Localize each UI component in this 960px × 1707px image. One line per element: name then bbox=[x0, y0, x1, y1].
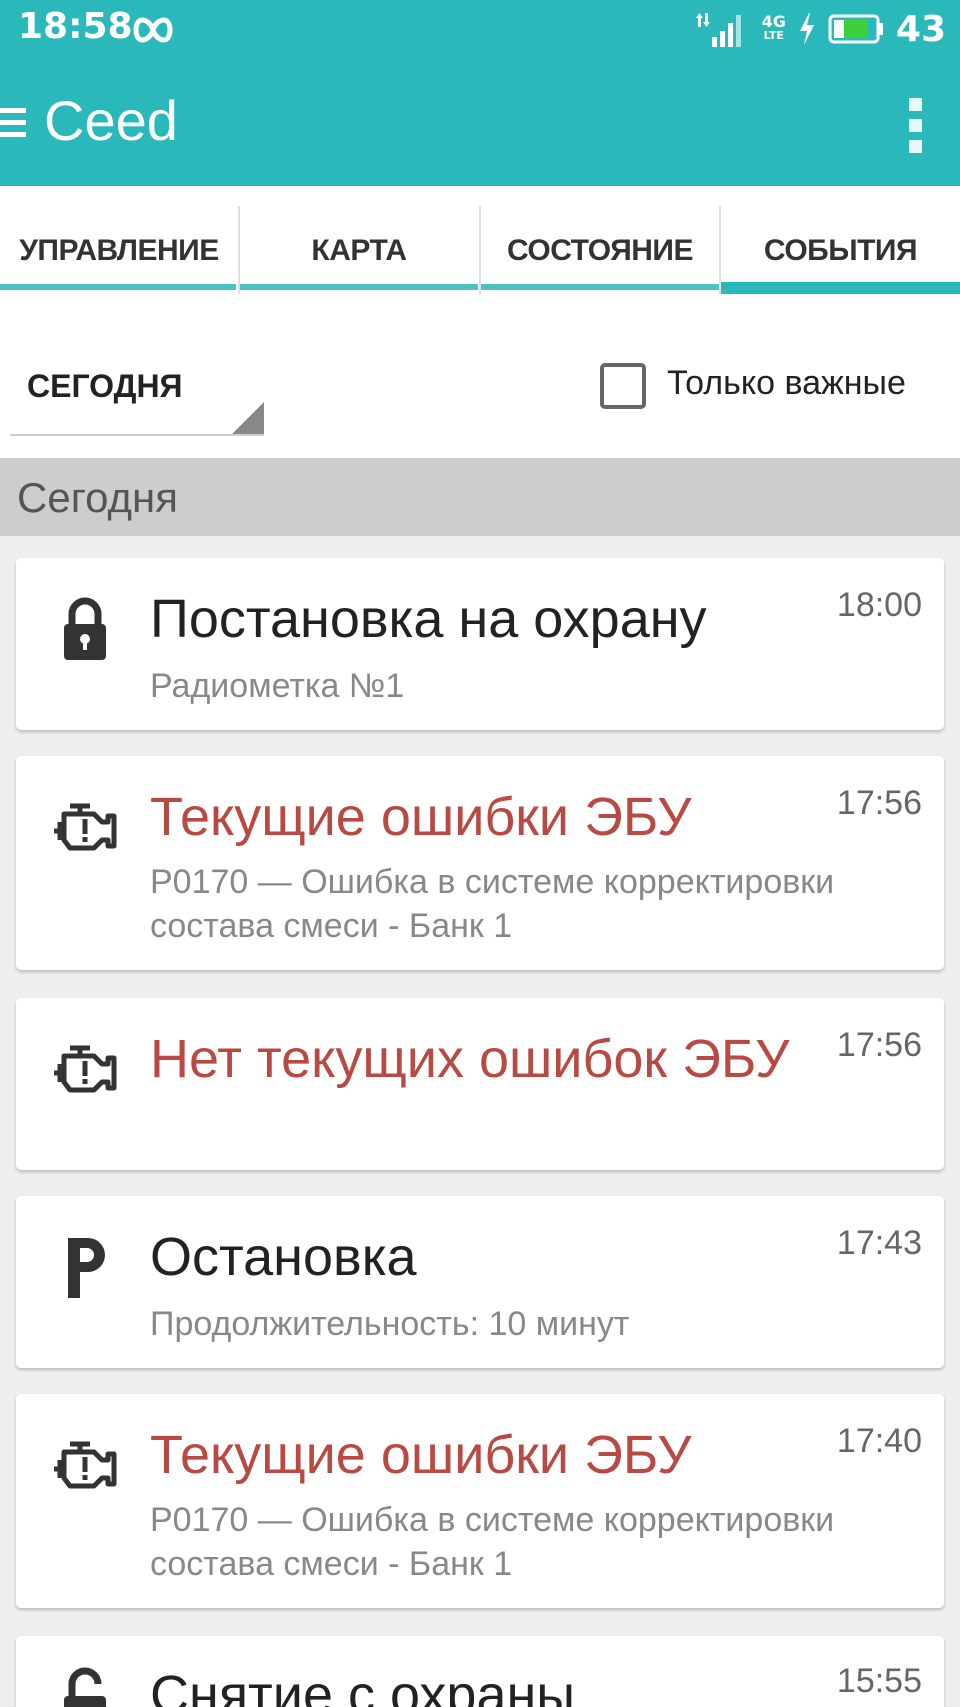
event-subtitle: P0170 — Ошибка в системе корректировки с… bbox=[150, 1501, 835, 1583]
date-filter-value: СЕГОДНЯ bbox=[27, 368, 183, 404]
event-title: Снятие с охраны bbox=[150, 1665, 576, 1707]
status-time: 18:58 bbox=[18, 6, 133, 47]
section-header: Сегодня bbox=[0, 458, 960, 536]
event-card[interactable]: Текущие ошибки ЭБУ 17:40 P0170 — Ошибка … bbox=[16, 1394, 944, 1608]
charging-icon bbox=[799, 13, 814, 45]
more-vert-icon[interactable] bbox=[908, 98, 924, 154]
engine-icon bbox=[54, 1045, 117, 1093]
menu-icon[interactable] bbox=[0, 104, 28, 142]
status-indicators: 4G LTE 43 bbox=[695, 6, 946, 52]
event-time: 17:43 bbox=[836, 1224, 922, 1262]
unlock-icon bbox=[64, 1667, 106, 1707]
network-sub-label: LTE bbox=[763, 29, 784, 42]
infinity-icon bbox=[133, 17, 173, 43]
engine-icon bbox=[54, 1441, 117, 1489]
battery-level: 43 bbox=[895, 8, 946, 50]
lock-icon bbox=[64, 597, 106, 660]
event-subtitle: Продолжительность: 10 минут bbox=[150, 1305, 630, 1343]
event-title: Нет текущих ошибок ЭБУ bbox=[150, 1029, 790, 1089]
tab-events-label: СОБЫТИЯ bbox=[763, 234, 918, 267]
tab-map[interactable]: КАРТА bbox=[240, 186, 478, 316]
app-bar: Ceed bbox=[0, 58, 960, 186]
event-card[interactable]: Постановка на охрану 18:00 Радиометка №1 bbox=[16, 558, 944, 730]
engine-icon bbox=[54, 803, 117, 851]
network-type: 4G LTE bbox=[761, 12, 786, 43]
event-subtitle: Радиометка №1 bbox=[150, 667, 405, 705]
event-title: Постановка на охрану bbox=[150, 589, 707, 649]
event-card[interactable]: Остановка 17:43 Продолжительность: 10 ми… bbox=[16, 1196, 944, 1368]
event-card[interactable]: Текущие ошибки ЭБУ 17:56 P0170 — Ошибка … bbox=[16, 756, 944, 970]
tab-status-label: СОСТОЯНИЕ bbox=[507, 234, 694, 267]
event-time: 17:56 bbox=[836, 784, 922, 822]
tab-indicator-active bbox=[721, 282, 960, 294]
event-time: 18:00 bbox=[836, 586, 922, 624]
event-title: Текущие ошибки ЭБУ bbox=[150, 1425, 692, 1485]
event-card[interactable]: Снятие с охраны 15:55 bbox=[16, 1636, 944, 1707]
section-header-title: Сегодня bbox=[17, 474, 178, 521]
event-time: 17:40 bbox=[836, 1422, 922, 1460]
tab-status[interactable]: СОСТОЯНИЕ bbox=[481, 186, 719, 316]
tab-control[interactable]: УПРАВЛЕНИЕ bbox=[0, 186, 238, 316]
important-only-label[interactable]: Только важные bbox=[667, 364, 906, 403]
signal-icon bbox=[695, 13, 741, 47]
tab-indicator bbox=[481, 284, 719, 290]
status-bar: 18:58 4G LTE 43 bbox=[0, 0, 960, 58]
network-type-label: 4G bbox=[761, 12, 786, 31]
tab-bar: УПРАВЛЕНИЕ КАРТА СОСТОЯНИЕ СОБЫТИЯ bbox=[0, 186, 960, 316]
event-card[interactable]: Нет текущих ошибок ЭБУ 17:56 bbox=[16, 998, 944, 1170]
important-only-checkbox[interactable] bbox=[600, 363, 646, 409]
tab-map-label: КАРТА bbox=[311, 234, 407, 267]
dropdown-corner-icon bbox=[232, 402, 264, 434]
battery-icon bbox=[828, 14, 883, 44]
event-title: Текущие ошибки ЭБУ bbox=[150, 787, 692, 847]
app-title: Ceed bbox=[44, 89, 178, 152]
tab-indicator bbox=[0, 284, 236, 290]
event-title: Остановка bbox=[150, 1227, 417, 1287]
date-filter-dropdown[interactable]: СЕГОДНЯ bbox=[10, 356, 264, 436]
event-time: 15:55 bbox=[836, 1662, 922, 1700]
filter-row: СЕГОДНЯ Только важные bbox=[0, 316, 960, 458]
tab-indicator bbox=[240, 284, 478, 290]
tab-events[interactable]: СОБЫТИЯ bbox=[721, 186, 960, 316]
parking-icon bbox=[68, 1238, 105, 1298]
tab-control-label: УПРАВЛЕНИЕ bbox=[19, 234, 219, 267]
event-time: 17:56 bbox=[836, 1026, 922, 1064]
event-subtitle: P0170 — Ошибка в системе корректировки с… bbox=[150, 863, 835, 945]
